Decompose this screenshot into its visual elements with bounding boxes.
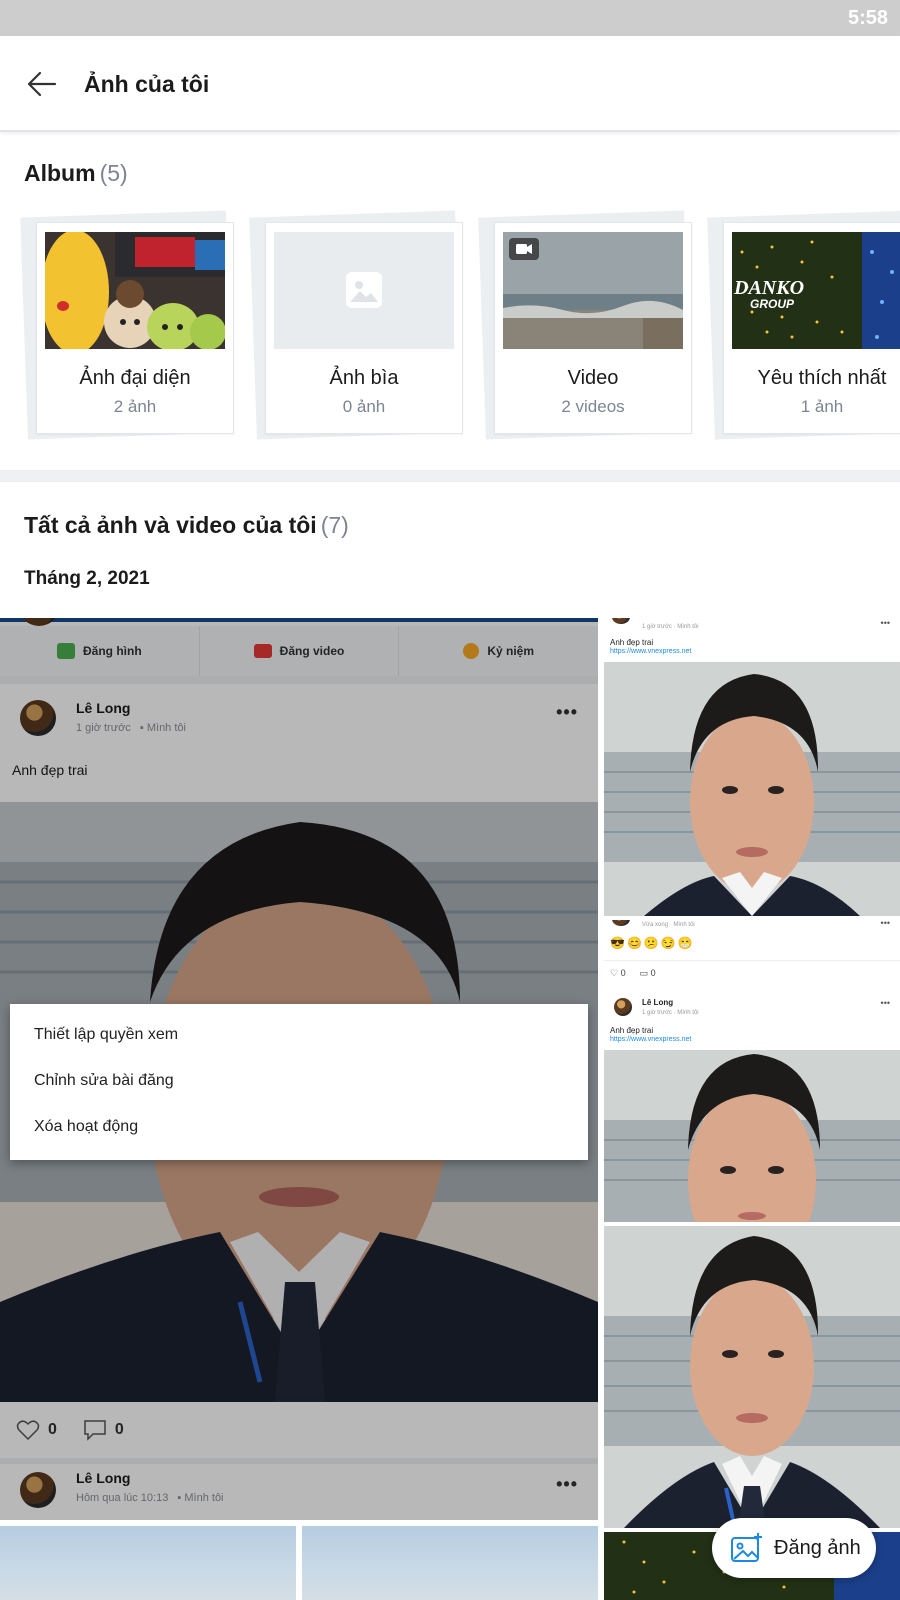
media-tile[interactable] — [302, 1526, 598, 1600]
album-thumbnail — [274, 232, 454, 349]
album-name: Ảnh đại diện — [79, 367, 191, 389]
media-tile[interactable]: Vừa xong · Mình tôi ••• 😎😊😕😏😁 ♡ 0 ▭ 0 — [604, 920, 900, 990]
like-reaction: ♡ 0 — [610, 968, 626, 979]
reaction-bar: ♡ 0 ▭ 0 — [610, 968, 656, 979]
album-thumbnail — [503, 232, 683, 349]
placeholder-image-icon — [346, 272, 382, 308]
post-link: https://www.vnexpress.net — [610, 1036, 692, 1043]
album-thumbnail: DANKO GROUP — [732, 232, 900, 349]
album-card-face: DANKO GROUP Yêu thích nhất 1 ảnh — [723, 222, 900, 434]
album-photo-count: 2 videos — [561, 397, 625, 416]
avatar — [612, 618, 630, 624]
album-thumbnail — [45, 232, 225, 349]
section-divider — [0, 470, 900, 482]
context-menu: Thiết lập quyền xem Chỉnh sửa bài đăng X… — [10, 1004, 588, 1160]
more-options-icon: ••• — [880, 998, 890, 1008]
album-card-face: Ảnh bìa 0 ảnh — [265, 222, 463, 434]
album-card-face: Ảnh đại diện 2 ảnh — [36, 222, 234, 434]
album-carousel[interactable]: Ảnh đại diện 2 ảnh Ảnh bìa 0 ảnh Video 2… — [0, 210, 900, 450]
upload-photo-button[interactable]: Đăng ảnh — [712, 1518, 876, 1578]
upload-photo-label: Đăng ảnh — [774, 1536, 861, 1559]
tile-separator — [604, 960, 900, 961]
post-caption: Anh đẹp trai — [610, 1026, 654, 1035]
christmas-lights-photo: DANKO GROUP — [732, 232, 900, 349]
add-photo-icon — [731, 1533, 762, 1562]
album-name: Yêu thích nhất — [757, 367, 887, 389]
more-options-icon: ••• — [880, 920, 890, 928]
media-tile-large[interactable]: Đăng hình Đăng video Kỷ niệm Lê Long 1 g… — [0, 618, 598, 1520]
comment-count: 0 — [650, 968, 656, 978]
comment-reaction: ▭ 0 — [640, 968, 656, 979]
album-card-cover[interactable]: Ảnh bìa 0 ảnh — [249, 210, 463, 440]
selfie-photo — [604, 662, 900, 916]
post-meta: 1 giờ trước · Mình tôi — [642, 1010, 699, 1016]
status-bar: 5:58 — [0, 0, 900, 36]
media-column-right: 1 giờ trước · Mình tôi ••• Anh đẹp trai … — [604, 618, 900, 1600]
month-group-label: Tháng 2, 2021 — [24, 568, 150, 589]
post-link: https://www.vnexpress.net — [610, 648, 692, 655]
post-author: Lê Long — [642, 998, 674, 1007]
all-media-heading-label: Tất cả ảnh và video của tôi — [24, 512, 317, 538]
album-name: Video — [567, 367, 619, 389]
album-photo-count: 1 ảnh — [800, 397, 844, 416]
media-tile[interactable] — [0, 1526, 296, 1600]
avatar — [614, 998, 632, 1016]
video-icon — [509, 238, 539, 260]
menu-item-edit: Chỉnh sửa bài đăng — [34, 1072, 174, 1089]
danko-sign-line1: DANKO — [733, 277, 804, 299]
selfie-photo — [604, 1226, 900, 1528]
page-title: Ảnh của tôi — [84, 71, 210, 97]
status-time: 5:58 — [847, 7, 888, 29]
media-tile[interactable] — [604, 1226, 900, 1528]
album-card-face: Video 2 videos — [494, 222, 692, 434]
album-photo-count: 0 ảnh — [342, 397, 386, 416]
like-count: 0 — [620, 968, 626, 978]
post-meta: 1 giờ trước · Mình tôi — [642, 624, 699, 630]
more-options-icon: ••• — [880, 618, 890, 628]
album-card-video[interactable]: Video 2 videos — [478, 210, 692, 440]
heart-icon: ♡ — [610, 968, 619, 978]
emoji-row: 😎😊😕😏😁 — [610, 936, 695, 950]
app-header: Ảnh của tôi — [0, 36, 900, 132]
album-count: (5) — [99, 160, 128, 186]
back-button[interactable] — [22, 64, 62, 104]
album-heading-label: Album — [24, 160, 96, 186]
avatar — [612, 920, 630, 926]
comment-icon: ▭ — [639, 968, 649, 978]
menu-item-delete: Xóa hoạt động — [34, 1118, 139, 1135]
menu-item-privacy: Thiết lập quyền xem — [34, 1026, 179, 1043]
stuffed-toys-photo — [45, 232, 225, 349]
album-card-favorites[interactable]: DANKO GROUP Yêu thích nhất 1 ảnh — [707, 210, 900, 440]
all-media-section-title: Tất cả ảnh và video của tôi (7) — [24, 512, 349, 539]
album-card-avatar[interactable]: Ảnh đại diện 2 ảnh — [20, 210, 234, 440]
media-tile[interactable]: 1 giờ trước · Mình tôi ••• Anh đẹp trai … — [604, 618, 900, 916]
album-section-title: Album (5) — [24, 160, 128, 187]
post-meta: Vừa xong · Mình tôi — [642, 922, 695, 928]
all-media-count: (7) — [320, 512, 349, 538]
back-arrow-icon — [27, 71, 57, 97]
album-photo-count: 2 ảnh — [113, 397, 157, 416]
selfie-photo — [604, 1050, 900, 1222]
media-tile[interactable]: Lê Long 1 giờ trước · Mình tôi ••• Anh đ… — [604, 992, 900, 1222]
album-name: Ảnh bìa — [329, 367, 399, 389]
danko-sign-line2: GROUP — [750, 297, 795, 311]
post-caption: Anh đẹp trai — [610, 638, 654, 647]
